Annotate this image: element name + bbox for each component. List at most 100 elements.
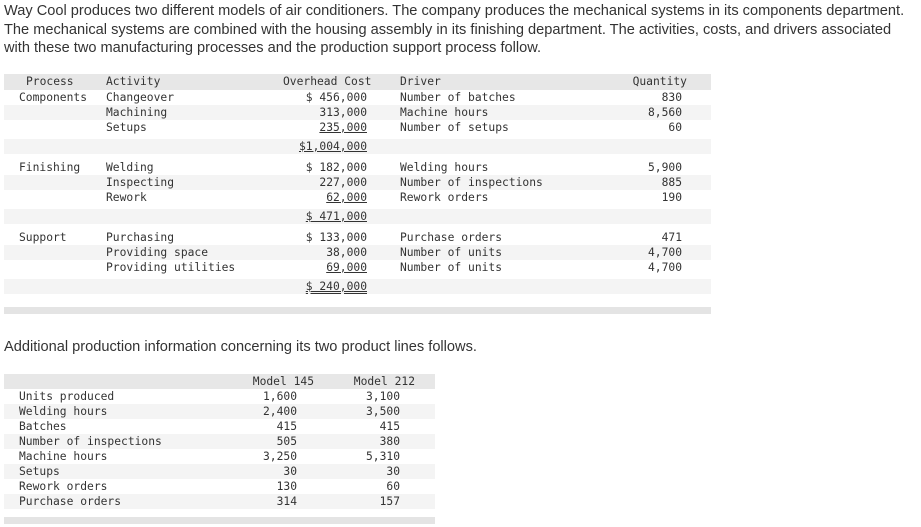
activity-name: Welding xyxy=(106,161,154,174)
model-212-value: 3,500 xyxy=(365,405,400,418)
table-row: Number of inspections 505 380 xyxy=(4,434,435,449)
header-model-145: Model 145 xyxy=(252,375,314,388)
driver-name: Machine hours xyxy=(400,106,489,119)
overhead-cost: 62,000 xyxy=(326,191,367,204)
driver-quantity: 8,560 xyxy=(647,106,682,119)
table-row: Setups 235,000 Number of setups 60 xyxy=(4,120,711,135)
overhead-cost: $ 182,000 xyxy=(305,161,367,174)
driver-name: Rework orders xyxy=(400,191,489,204)
model-145-value: 30 xyxy=(283,465,297,478)
header-process: Process xyxy=(26,75,74,88)
process-name: Support xyxy=(19,231,67,244)
driver-name: Purchase orders xyxy=(400,231,503,244)
table-row: Rework 62,000 Rework orders 190 xyxy=(4,190,711,205)
model-145-value: 314 xyxy=(276,495,297,508)
table-row: Finishing Welding $ 182,000 Welding hour… xyxy=(4,160,711,175)
driver-name: Number of units xyxy=(400,261,503,274)
table-row: Providing utilities 69,000 Number of uni… xyxy=(4,260,711,275)
driver-quantity: 4,700 xyxy=(647,261,682,274)
driver-quantity: 885 xyxy=(661,176,682,189)
process-name: Finishing xyxy=(19,161,81,174)
process-total: $1,004,000 xyxy=(298,140,367,153)
driver-name: Number of batches xyxy=(400,91,516,104)
table-row: Inspecting 227,000 Number of inspections… xyxy=(4,175,711,190)
table-row: Components Changeover $ 456,000 Number o… xyxy=(4,90,711,105)
table-row: Setups 30 30 xyxy=(4,464,435,479)
model-145-value: 505 xyxy=(276,435,297,448)
driver-name: Number of inspections xyxy=(400,176,543,189)
model-145-value: 1,600 xyxy=(262,390,297,403)
table-row: Support Purchasing $ 133,000 Purchase or… xyxy=(4,230,711,245)
process-total: $ 471,000 xyxy=(305,210,367,223)
model-145-value: 130 xyxy=(276,480,297,493)
model-145-value: 3,250 xyxy=(262,450,297,463)
model-145-value: 2,400 xyxy=(262,405,297,418)
production-table: Model 145 Model 212 Units produced 1,600… xyxy=(4,374,435,524)
model-212-value: 380 xyxy=(379,435,400,448)
activity-name: Machining xyxy=(106,106,168,119)
table-row: Batches 415 415 xyxy=(4,419,435,434)
process-total: $ 240,000 xyxy=(305,280,367,293)
row-label: Units produced xyxy=(19,390,115,403)
row-label: Number of inspections xyxy=(19,435,162,448)
overhead-cost: $ 456,000 xyxy=(305,91,367,104)
overhead-cost: $ 133,000 xyxy=(305,231,367,244)
driver-name: Number of units xyxy=(400,246,503,259)
activities-table: Process Activity Overhead Cost Driver Qu… xyxy=(4,74,711,314)
model-212-value: 5,310 xyxy=(365,450,400,463)
row-label: Batches xyxy=(19,420,67,433)
overhead-cost: 313,000 xyxy=(319,106,367,119)
row-label: Purchase orders xyxy=(19,495,122,508)
table-row: Machine hours 3,250 5,310 xyxy=(4,449,435,464)
row-label: Setups xyxy=(19,465,60,478)
driver-quantity: 60 xyxy=(668,121,682,134)
process-name: Components xyxy=(19,91,88,104)
row-label: Rework orders xyxy=(19,480,108,493)
activity-name: Setups xyxy=(106,121,147,134)
activity-name: Providing utilities xyxy=(106,261,236,274)
model-212-value: 60 xyxy=(386,480,400,493)
table-footer-bar xyxy=(4,517,435,524)
driver-quantity: 830 xyxy=(661,91,682,104)
overhead-cost: 227,000 xyxy=(319,176,367,189)
table-row: Purchase orders 314 157 xyxy=(4,494,435,509)
activity-name: Purchasing xyxy=(106,231,175,244)
table-footer-bar xyxy=(4,307,711,314)
overhead-cost: 235,000 xyxy=(319,121,367,134)
activity-name: Rework xyxy=(106,191,147,204)
table-row: Welding hours 2,400 3,500 xyxy=(4,404,435,419)
header-quantity: Quantity xyxy=(632,75,687,88)
model-145-value: 415 xyxy=(276,420,297,433)
intro-paragraph: Way Cool produces two different models o… xyxy=(4,3,905,56)
driver-quantity: 190 xyxy=(661,191,682,204)
table-header: Model 145 Model 212 xyxy=(4,374,435,389)
activity-name: Inspecting xyxy=(106,176,175,189)
row-label: Welding hours xyxy=(19,405,108,418)
header-activity: Activity xyxy=(106,75,161,88)
header-driver: Driver xyxy=(400,75,441,88)
model-212-value: 3,100 xyxy=(365,390,400,403)
header-overhead-cost: Overhead Cost xyxy=(283,75,372,88)
driver-name: Number of setups xyxy=(400,121,509,134)
row-label: Machine hours xyxy=(19,450,108,463)
table-header: Process Activity Overhead Cost Driver Qu… xyxy=(4,74,711,90)
overhead-cost: 69,000 xyxy=(326,261,367,274)
table-row: Machining 313,000 Machine hours 8,560 xyxy=(4,105,711,120)
header-model-212: Model 212 xyxy=(353,375,415,388)
table-row: $1,004,000 xyxy=(4,139,711,154)
activity-name: Providing space xyxy=(106,246,209,259)
model-212-value: 157 xyxy=(379,495,400,508)
model-212-value: 30 xyxy=(386,465,400,478)
additional-info-text: Additional production information concer… xyxy=(4,339,477,355)
activity-name: Changeover xyxy=(106,91,175,104)
driver-quantity: 5,900 xyxy=(647,161,682,174)
driver-quantity: 4,700 xyxy=(647,246,682,259)
driver-name: Welding hours xyxy=(400,161,489,174)
overhead-cost: 38,000 xyxy=(326,246,367,259)
driver-quantity: 471 xyxy=(661,231,682,244)
table-row: $ 240,000 xyxy=(4,279,711,294)
table-row: $ 471,000 xyxy=(4,209,711,224)
model-212-value: 415 xyxy=(379,420,400,433)
table-row: Units produced 1,600 3,100 xyxy=(4,389,435,404)
table-row: Providing space 38,000 Number of units 4… xyxy=(4,245,711,260)
